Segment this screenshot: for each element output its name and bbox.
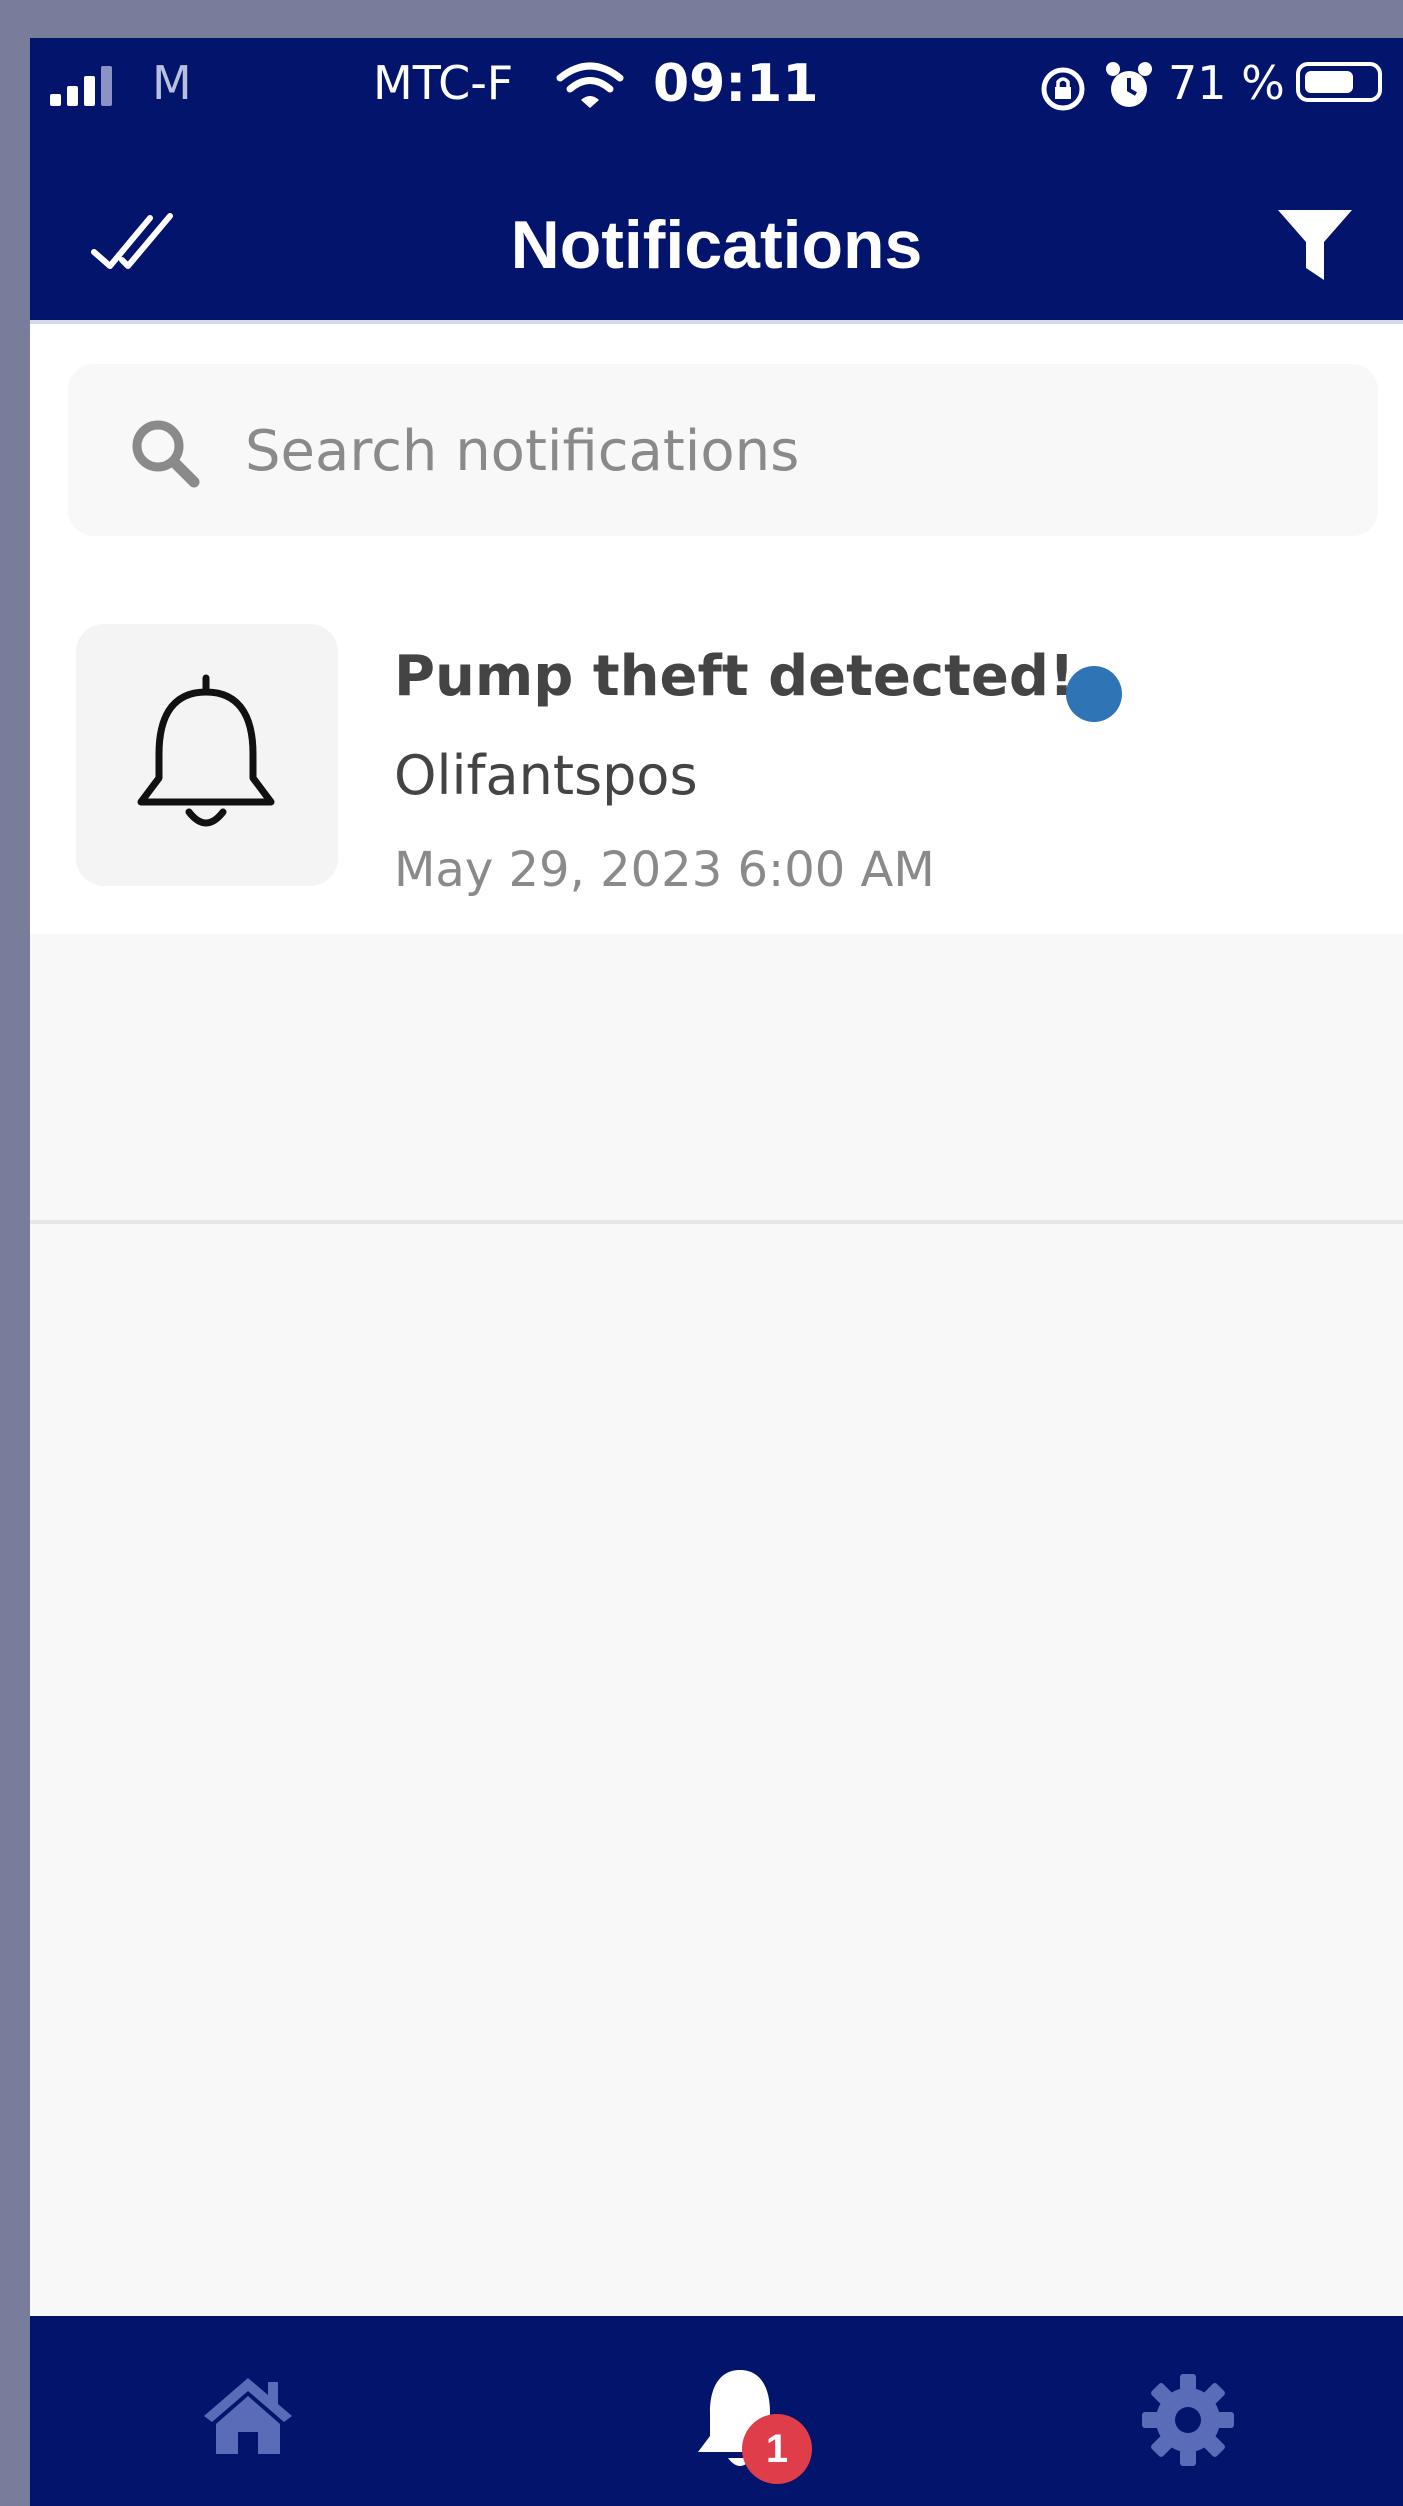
carrier-label: M (152, 56, 192, 110)
tab-notifications[interactable]: 1 (600, 2316, 900, 2506)
status-bar: M MTC-F 09:11 71 % (30, 38, 1403, 158)
search-input[interactable] (243, 412, 1347, 490)
bottom-tab-bar: 1 (30, 2316, 1403, 2506)
alarm-icon (1106, 62, 1152, 107)
notification-timestamp: May 29, 2023 6:00 AM (394, 842, 935, 898)
tab-home[interactable] (140, 2316, 440, 2506)
app-header: Notifications (30, 158, 1403, 320)
tab-settings[interactable] (1030, 2316, 1330, 2506)
home-icon (204, 2378, 292, 2454)
notification-badge: 1 (742, 2414, 812, 2484)
notification-title: Pump theft detected! (394, 644, 1075, 709)
gear-icon (1142, 2374, 1234, 2466)
battery-level (1305, 71, 1353, 93)
search-icon (132, 420, 200, 488)
status-time: 09:11 (653, 54, 819, 114)
filter-icon[interactable] (1274, 204, 1356, 286)
search-bar[interactable] (68, 364, 1378, 536)
notification-subtitle: Olifantspos (394, 744, 698, 807)
phone-screen: M MTC-F 09:11 71 % Notifications Search … (30, 38, 1403, 2506)
carrier-name: MTC-F (373, 56, 514, 110)
notification-item[interactable]: Pump theft detected! Olifantspos May 29,… (30, 624, 1403, 934)
unread-indicator (1066, 666, 1122, 722)
signal-icon (50, 66, 112, 106)
wifi-icon (556, 62, 624, 108)
notifications-content: Pump theft detected! Olifantspos May 29,… (30, 324, 1403, 2354)
notification-thumbnail (76, 624, 338, 886)
orientation-lock-icon (1041, 67, 1085, 111)
page-title: Notifications (510, 207, 923, 283)
list-divider (30, 1220, 1403, 1224)
bell-icon (137, 674, 275, 827)
battery-percent: 71 % (1168, 56, 1285, 110)
battery-icon (1296, 62, 1382, 102)
